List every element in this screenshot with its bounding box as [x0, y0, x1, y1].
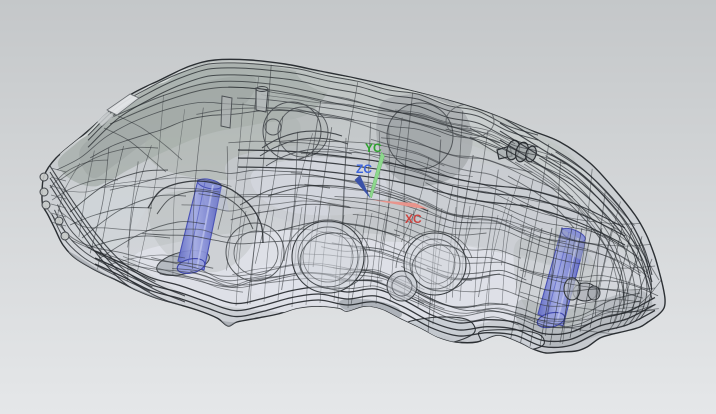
svg-text:XC: XC: [405, 212, 422, 226]
svg-text:ZC: ZC: [356, 162, 372, 176]
svg-text:YC: YC: [365, 141, 382, 155]
